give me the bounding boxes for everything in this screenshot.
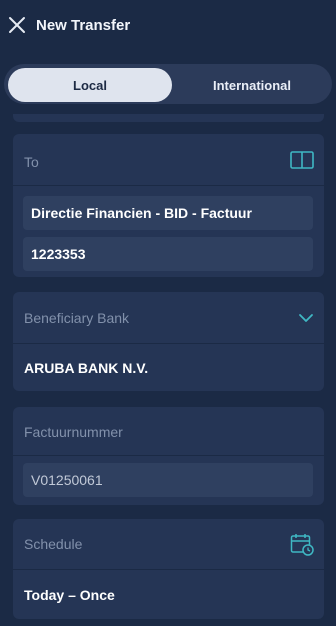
schedule-card[interactable]: Schedule Today – Once <box>13 519 324 619</box>
address-book-icon[interactable] <box>290 150 314 170</box>
page-title: New Transfer <box>36 17 131 34</box>
schedule-label: Schedule <box>24 536 83 552</box>
transfer-type-toggle: Local International <box>4 64 332 104</box>
beneficiary-bank-card[interactable]: Beneficiary Bank ARUBA BANK N.V. <box>13 292 324 391</box>
tab-local[interactable]: Local <box>8 68 172 102</box>
invoice-number-label: Factuurnummer <box>24 424 123 440</box>
divider <box>13 343 324 344</box>
beneficiary-bank-value: ARUBA BANK N.V. <box>24 360 149 376</box>
recipient-name-field[interactable]: Directie Financien - BID - Factuur <box>23 196 313 230</box>
beneficiary-bank-label: Beneficiary Bank <box>24 310 130 326</box>
calendar-clock-icon[interactable] <box>290 532 314 556</box>
previous-card-edge <box>13 114 324 122</box>
tab-international[interactable]: International <box>174 68 330 102</box>
recipient-account-field[interactable]: 1223353 <box>23 237 313 271</box>
recipient-card: To Directie Financien - BID - Factuur 12… <box>13 134 324 277</box>
divider <box>13 185 324 186</box>
invoice-number-card: Factuurnummer V01250061 <box>13 407 324 505</box>
close-icon[interactable] <box>8 16 26 34</box>
invoice-number-field[interactable]: V01250061 <box>23 463 313 497</box>
divider <box>13 455 324 456</box>
recipient-label: To <box>24 154 39 170</box>
chevron-down-icon[interactable] <box>298 312 314 324</box>
divider <box>13 569 324 570</box>
header: New Transfer <box>0 0 336 52</box>
schedule-value: Today – Once <box>24 587 115 603</box>
